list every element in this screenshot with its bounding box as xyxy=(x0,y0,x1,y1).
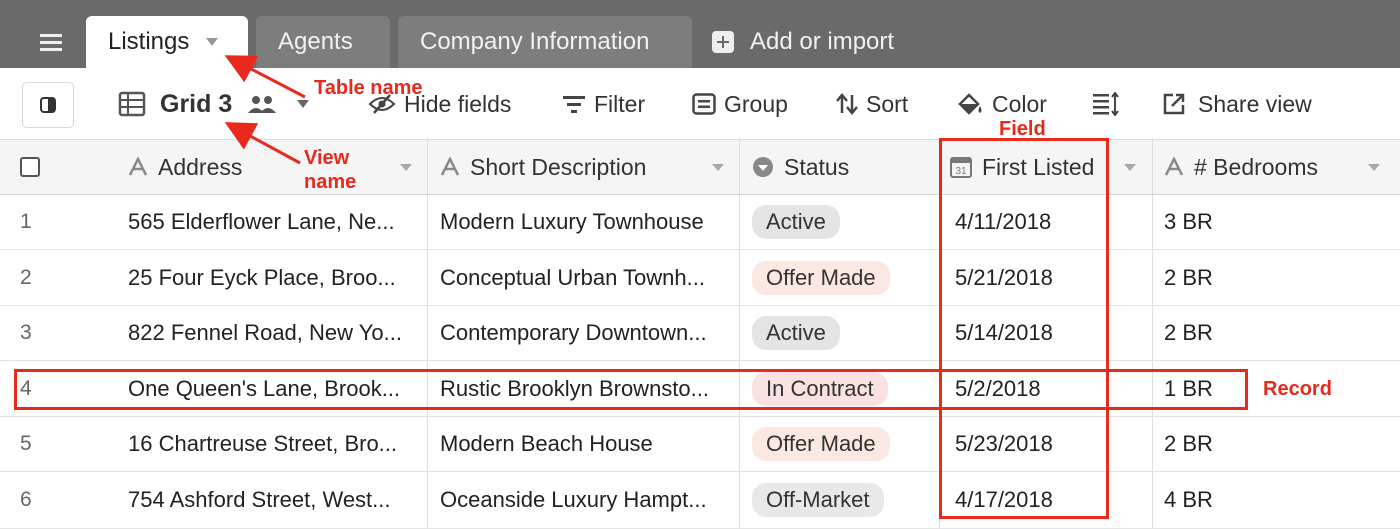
tab-listings[interactable]: Listings xyxy=(86,16,248,68)
group-icon xyxy=(692,93,716,115)
sidebar-icon xyxy=(40,97,56,113)
column-menu-chevron-icon[interactable] xyxy=(712,164,724,171)
chevron-down-icon[interactable] xyxy=(296,99,310,109)
column-header-label: Short Description xyxy=(470,153,647,180)
bedrooms-cell[interactable]: 4 BR xyxy=(1164,472,1384,528)
status-badge: Off-Market xyxy=(752,483,884,517)
column-header-label: # Bedrooms xyxy=(1194,153,1319,180)
tab-agents[interactable]: Agents xyxy=(256,16,390,68)
row-number: 2 xyxy=(20,265,32,289)
tab-company-information[interactable]: Company Information xyxy=(398,16,692,68)
row-number: 1 xyxy=(20,210,32,233)
description-cell[interactable]: Modern Luxury Townhouse xyxy=(440,195,732,249)
address-cell[interactable]: 822 Fennel Road, New Yo... xyxy=(128,306,418,360)
status-badge: Active xyxy=(752,316,840,350)
share-external-icon xyxy=(1162,92,1186,116)
view-switcher[interactable]: Grid 3 xyxy=(118,68,310,140)
annotation-table-name: Table name xyxy=(314,77,423,99)
status-cell[interactable]: Offer Made xyxy=(752,417,932,471)
field-highlight-box xyxy=(939,138,1109,519)
add-or-import-button[interactable]: Add or import xyxy=(712,16,894,68)
tab-label: Company Information xyxy=(420,28,650,55)
column-header-address[interactable]: Address xyxy=(128,140,418,194)
filter-icon xyxy=(562,94,586,114)
column-menu-chevron-icon[interactable] xyxy=(400,164,412,171)
table-row[interactable]: 6 754 Ashford Street, West... Oceanside … xyxy=(0,472,1400,529)
row-number: 3 xyxy=(20,321,32,344)
description-cell[interactable]: Oceanside Luxury Hampt... xyxy=(440,472,732,528)
grid-view-icon xyxy=(118,91,146,117)
paint-bucket-icon xyxy=(956,92,984,116)
table-row[interactable]: 1 565 Elderflower Lane, Ne... Modern Lux… xyxy=(0,195,1400,250)
column-header-status[interactable]: Status xyxy=(752,140,932,194)
table-row[interactable]: 5 16 Chartreuse Street, Bro... Modern Be… xyxy=(0,417,1400,472)
status-badge: Offer Made xyxy=(752,260,890,295)
hamburger-icon xyxy=(40,34,62,51)
column-menu-chevron-icon[interactable] xyxy=(1124,164,1136,171)
plus-icon xyxy=(712,31,734,53)
address-cell[interactable]: 565 Elderflower Lane, Ne... xyxy=(128,195,418,249)
color-label: Color xyxy=(992,90,1047,117)
text-field-icon xyxy=(128,157,148,177)
record-highlight-box xyxy=(14,369,1248,410)
group-label: Group xyxy=(724,90,788,117)
sort-arrows-icon xyxy=(836,93,858,115)
column-menu-chevron-icon[interactable] xyxy=(1368,164,1380,171)
status-cell[interactable]: Offer Made xyxy=(752,250,932,305)
column-header-short-description[interactable]: Short Description xyxy=(440,140,732,194)
table-row[interactable]: 2 25 Four Eyck Place, Broo... Conceptual… xyxy=(0,250,1400,306)
filter-label: Filter xyxy=(594,90,646,117)
bedrooms-cell[interactable]: 2 BR xyxy=(1164,250,1384,305)
view-toolbar: Grid 3 Hide fields Filter Group Sort Col… xyxy=(0,68,1400,140)
status-cell[interactable]: Active xyxy=(752,306,932,360)
status-cell[interactable]: Off-Market xyxy=(752,472,932,528)
status-badge: Offer Made xyxy=(752,427,890,461)
text-field-icon xyxy=(1164,157,1184,177)
annotation-record: Record xyxy=(1263,378,1332,400)
add-or-import-label: Add or import xyxy=(750,28,895,55)
description-cell[interactable]: Conceptual Urban Townh... xyxy=(440,250,732,305)
tab-label: Agents xyxy=(278,28,353,55)
table-row[interactable]: 3 822 Fennel Road, New Yo... Contemporar… xyxy=(0,306,1400,361)
status-cell[interactable]: Active xyxy=(752,195,932,249)
share-view-label: Share view xyxy=(1198,90,1312,117)
text-field-icon xyxy=(440,157,460,177)
row-height-button[interactable] xyxy=(1092,68,1128,140)
sort-label: Sort xyxy=(866,90,909,117)
grid-header-row: Address Short Description Status 31 Firs… xyxy=(0,140,1400,195)
row-number: 5 xyxy=(20,432,32,455)
group-button[interactable]: Group xyxy=(692,68,788,140)
row-number: 6 xyxy=(20,488,32,511)
tab-label: Listings xyxy=(108,28,190,55)
address-cell[interactable]: 754 Ashford Street, West... xyxy=(128,472,418,528)
tab-bar: Listings Agents Company Information Add … xyxy=(0,0,1400,68)
description-cell[interactable]: Modern Beach House xyxy=(440,417,732,471)
description-cell[interactable]: Contemporary Downtown... xyxy=(440,306,732,360)
sidebar-toggle-button[interactable] xyxy=(22,82,74,128)
single-select-icon xyxy=(752,156,774,178)
view-name-label: Grid 3 xyxy=(160,89,233,118)
column-header-label: Address xyxy=(158,153,243,180)
bedrooms-cell[interactable]: 3 BR xyxy=(1164,195,1384,249)
bedrooms-cell[interactable]: 2 BR xyxy=(1164,306,1384,360)
status-badge: Active xyxy=(752,205,840,239)
column-header-bedrooms[interactable]: # Bedrooms xyxy=(1164,140,1384,194)
menu-button[interactable] xyxy=(28,24,74,60)
filter-button[interactable]: Filter xyxy=(562,68,645,140)
select-all-checkbox[interactable] xyxy=(20,157,40,177)
chevron-down-icon[interactable] xyxy=(205,37,219,47)
collaborative-view-icon xyxy=(246,93,278,115)
sort-button[interactable]: Sort xyxy=(836,68,908,140)
address-cell[interactable]: 25 Four Eyck Place, Broo... xyxy=(128,250,418,305)
bedrooms-cell[interactable]: 2 BR xyxy=(1164,417,1384,471)
share-view-button[interactable]: Share view xyxy=(1162,68,1312,140)
address-cell[interactable]: 16 Chartreuse Street, Bro... xyxy=(128,417,418,471)
annotation-view-name: View name xyxy=(304,147,357,193)
column-header-label: Status xyxy=(784,153,850,180)
row-height-icon xyxy=(1092,92,1120,116)
